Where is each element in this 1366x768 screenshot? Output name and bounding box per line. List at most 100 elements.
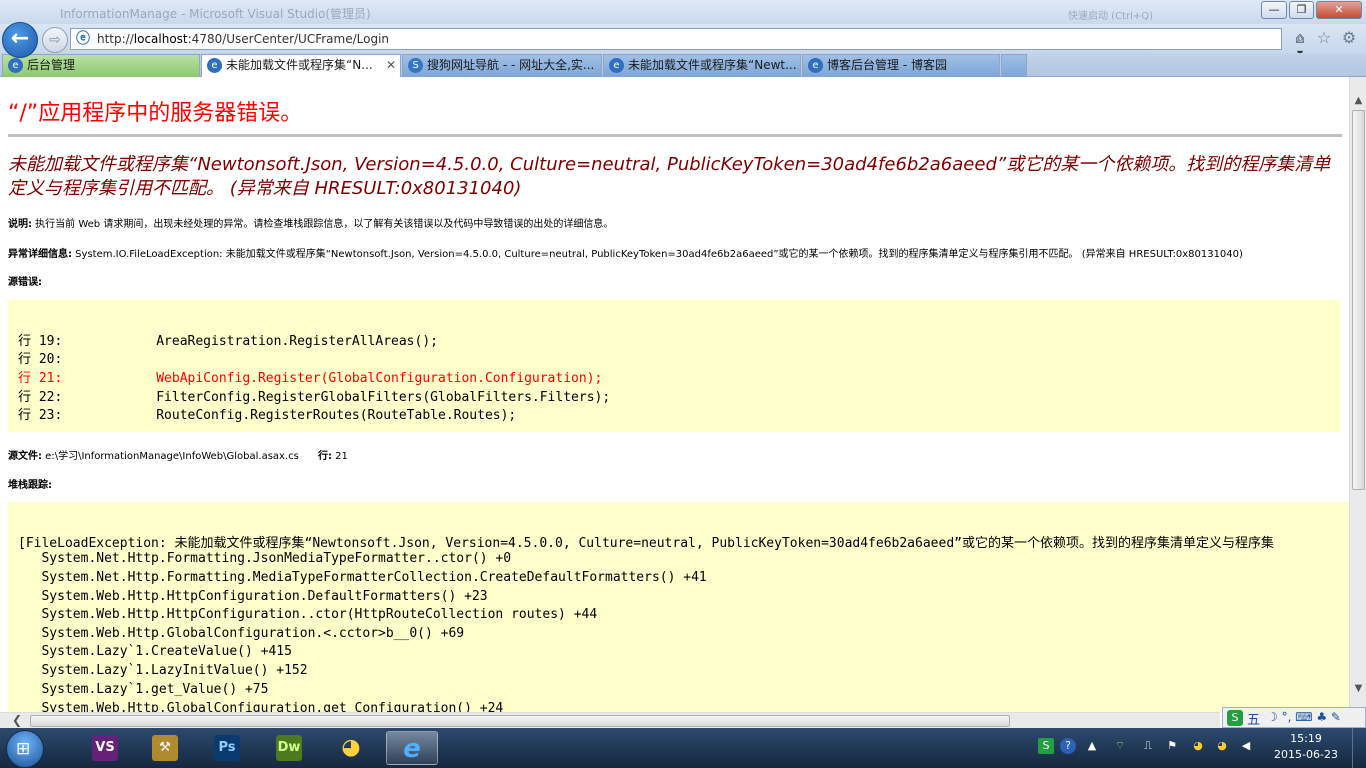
stack-line: System.Web.Http.HttpConfiguration..ctor(… [18,607,598,622]
tab-label: 未能加载文件或程序集“N... [226,58,373,72]
address-bar[interactable]: ⓔ http://localhost:4780/UserCenter/UCFra… [70,28,1307,74]
url-host: localhost [133,32,188,46]
ie-icon: ⓔ [76,31,90,47]
source-line-error: 行 21: WebApiConfig.Register(GlobalConfig… [18,371,603,386]
start-button[interactable]: ⊞ [6,730,44,768]
ie-icon: e [207,58,222,73]
source-line: 行 20: [18,352,63,367]
tab-label: 博客后台管理 - 博客园 [827,58,947,72]
gear-icon[interactable]: ⚙ [1339,28,1359,48]
forward-button[interactable]: ⇨ [42,27,68,53]
stack-line: [FileLoadException: 未能加载文件或程序集“Newtonsof… [18,536,1274,551]
help-tray-icon[interactable]: ? [1060,738,1076,754]
line-number: 21 [331,451,348,462]
source-code-block: 行 19: AreaRegistration.RegisterAllAreas(… [8,300,1340,432]
clock-date: 2015-06-23 [1274,748,1338,761]
url-prefix: http:// [97,32,134,46]
exception-label: 异常详细信息: [8,249,72,260]
tab-backend-admin[interactable]: e 后台管理 [2,54,200,77]
window-title: InformationManage - Microsoft Visual Stu… [60,7,371,21]
qq-penguin-icon: ◕ [341,735,361,760]
stack-line: System.Web.Http.HttpConfiguration.Defaul… [18,589,488,604]
close-button[interactable]: ✕ [1316,1,1362,19]
source-error-label: 源错误: [8,277,42,288]
stack-trace-label: 堆栈跟踪: [8,480,52,491]
sogou-icon: S [408,58,423,73]
stack-line: System.Lazy`1.CreateValue() +415 [18,644,292,659]
scroll-up-icon[interactable]: ▲ [1352,95,1365,106]
exception-text: System.IO.FileLoadException: 未能加载文件或程序集“… [72,249,1243,260]
sogou-ime-icon[interactable]: S [1227,710,1243,726]
forward-icon: ⇨ [49,32,61,48]
stack-line: System.Net.Http.Formatting.MediaTypeForm… [18,570,707,585]
tab-error-active[interactable]: e 未能加载文件或程序集“N... ✕ [201,54,401,77]
source-file-info: 源文件: e:\学习\InformationManage\InfoWeb\Glo… [8,447,348,462]
stack-trace-block: [FileLoadException: 未能加载文件或程序集“Newtonsof… [8,502,1349,712]
volume-icon[interactable]: ◀ [1238,738,1254,754]
page-title: “/”应用程序中的服务器错误。 [8,101,303,126]
source-line: 行 22: FilterConfig.RegisterGlobalFilters… [18,390,611,405]
tab-bar: e 后台管理 e 未能加载文件或程序集“N... ✕ S 搜狗网址导航 - - … [0,53,1366,77]
clock-time: 15:19 [1290,732,1322,745]
vertical-scroll-thumb[interactable] [1352,110,1365,490]
taskbar-qq[interactable]: ◕ [326,731,378,765]
tab-sogou[interactable]: S 搜狗网址导航 - - 网址大全,实... [402,54,602,77]
taskbar-internet-explorer[interactable]: e [386,731,438,765]
back-button[interactable]: ← [2,22,38,58]
sogou-tray-icon[interactable]: S [1038,738,1054,754]
ie-icon: e [403,734,421,764]
horizontal-scrollbar[interactable]: ❮ [0,712,1220,728]
ie-icon: e [8,58,23,73]
stack-line: System.Lazy`1.LazyInitValue() +152 [18,663,308,678]
show-desktop-button[interactable] [1352,728,1366,768]
description: 说明: 执行当前 Web 请求期间，出现未经处理的异常。请检查堆栈跟踪信息，以了… [8,215,613,230]
ie-icon: e [808,58,823,73]
taskbar-photoshop[interactable]: Ps [202,731,254,765]
system-clock[interactable]: 15:19 2015-06-23 [1266,731,1346,763]
description-label: 说明: [8,219,32,230]
favorites-icon[interactable]: ☆ [1314,28,1334,48]
ime-toolbar[interactable]: S 五 ☽ °, ⌨ ♣ ✎ [1222,707,1366,728]
source-error-heading: 源错误: [8,273,42,288]
divider [8,134,1342,137]
new-tab-button[interactable] [1001,54,1027,77]
scroll-down-icon[interactable]: ▼ [1352,683,1365,694]
ime-mode[interactable]: 五 [1247,709,1260,728]
quick-launch-text: 快速启动 (Ctrl+Q) [1068,11,1154,22]
line-label: 行: [317,451,332,462]
tab-error-2[interactable]: e 未能加载文件或程序集“Newt... [603,54,801,77]
tools-icon: ⚒ [152,735,178,761]
source-file-path: e:\学习\InformationManage\InfoWeb\Global.a… [42,451,299,462]
taskbar-tools[interactable]: ⚒ [140,731,192,765]
vertical-scrollbar[interactable]: ▲ ▼ [1349,77,1366,712]
maximize-button[interactable]: ❐ [1289,1,1314,19]
photoshop-icon: Ps [214,735,240,761]
qq-tray-icon[interactable]: ◕ [1190,738,1206,754]
taskbar-dreamweaver[interactable]: Dw [264,731,316,765]
tab-cnblogs[interactable]: e 博客后台管理 - 博客园 [802,54,1000,77]
taskbar-visual-studio[interactable]: VS [80,731,132,765]
url-text[interactable]: http://localhost:4780/UserCenter/UCFrame… [97,32,389,46]
visual-studio-icon: VS [92,735,118,761]
ie-icon: e [609,58,624,73]
tab-label: 搜狗网址导航 - - 网址大全,实... [427,58,595,72]
network-icon[interactable]: ⎍ [1140,738,1156,754]
wifi-icon[interactable]: ⌔ [1112,738,1128,754]
horizontal-scroll-thumb[interactable] [30,715,1010,727]
close-icon[interactable]: ✕ [386,55,396,76]
show-hidden-icons-icon[interactable]: ▲ [1084,738,1100,754]
home-icon[interactable]: ⌂ [1290,28,1310,48]
action-center-icon[interactable]: ⚑ [1164,738,1180,754]
scroll-left-icon[interactable]: ❮ [12,713,22,727]
stack-line: System.Lazy`1.get_Value() +75 [18,682,269,697]
qq-tray-icon-2[interactable]: ◕ [1214,738,1230,754]
minimize-button[interactable]: — [1261,1,1287,19]
stack-line: System.Web.Http.GlobalConfiguration.get_… [18,701,504,712]
stack-line: System.Web.Http.GlobalConfiguration.<.cc… [18,626,465,641]
ime-tools-icons[interactable]: ☽ °, ⌨ ♣ ✎ [1267,710,1341,724]
taskbar: ⊞ VS ⚒ Ps Dw ◕ e S ? ▲ ⌔ ⎍ ⚑ ◕ ◕ ◀ 15:19… [0,728,1366,768]
error-message: 未能加载文件或程序集“Newtonsoft.Json, Version=4.5.… [8,154,1331,199]
source-file-label: 源文件: [8,451,42,462]
dreamweaver-icon: Dw [276,735,302,761]
back-icon: ← [10,26,30,51]
